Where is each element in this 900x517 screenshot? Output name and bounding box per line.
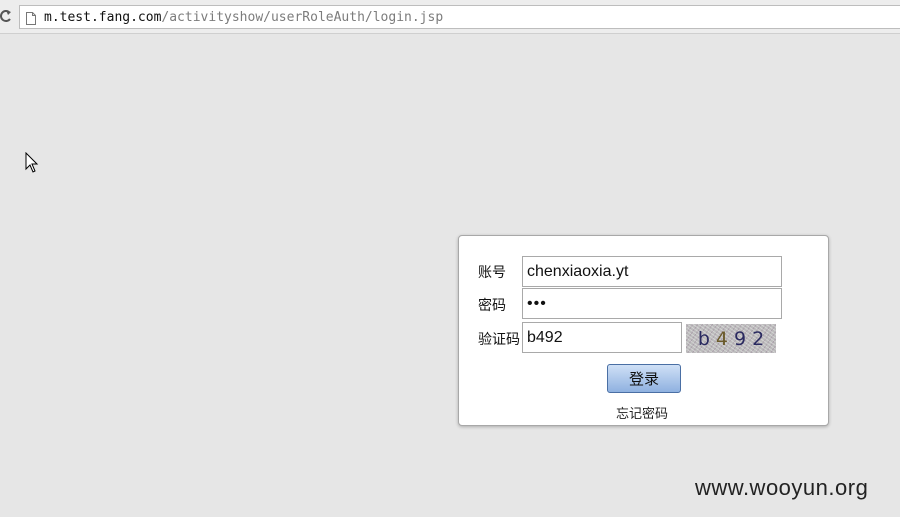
url-text: m.test.fang.com/activityshow/userRoleAut… [44,10,443,25]
forgot-password-link[interactable]: 忘记密码 [616,403,668,422]
address-bar[interactable]: m.test.fang.com/activityshow/userRoleAut… [19,5,900,29]
captcha-char: 9 [733,327,747,350]
url-path: /activityshow/userRoleAuth/login.jsp [161,10,444,25]
login-button[interactable]: 登录 [607,364,681,393]
captcha-image[interactable]: b 4 9 2 [686,324,776,353]
captcha-char: 4 [715,327,728,350]
account-input[interactable]: chenxiaoxia.yt [522,256,782,287]
captcha-char: 2 [752,327,765,350]
captcha-char: b [697,327,710,350]
password-label: 密码 [478,298,506,314]
page-icon [26,10,36,25]
password-input[interactable]: ••• [522,288,782,319]
browser-toolbar: m.test.fang.com/activityshow/userRoleAut… [0,0,900,34]
captcha-input[interactable]: b492 [522,322,682,353]
page: m.test.fang.com/activityshow/userRoleAut… [0,0,900,517]
reload-icon[interactable] [0,7,12,25]
watermark: www.wooyun.org [695,475,869,500]
captcha-label: 验证码 [478,332,520,348]
account-label: 账号 [478,265,506,281]
mouse-cursor-icon [25,151,39,174]
login-panel: 账号 chenxiaoxia.yt 密码 ••• 验证码 b492 b 4 9 … [458,235,829,426]
url-host: m.test.fang.com [44,10,162,25]
